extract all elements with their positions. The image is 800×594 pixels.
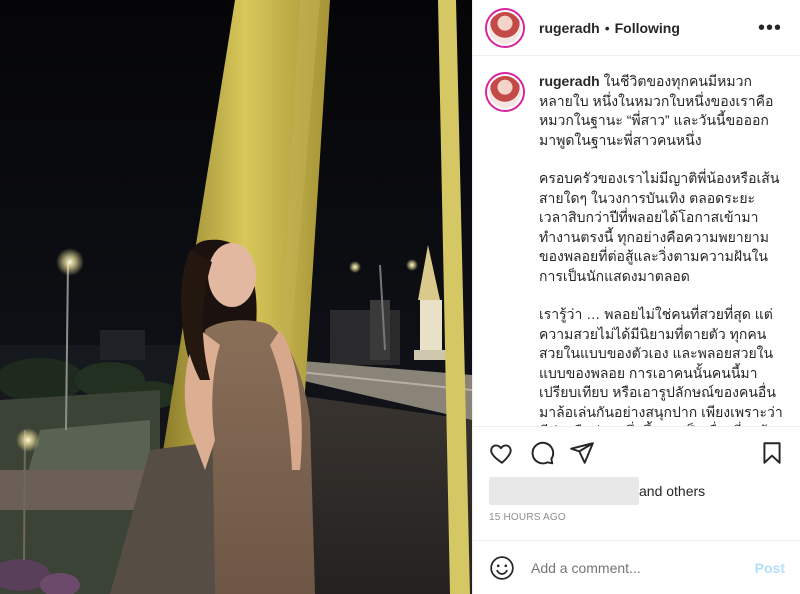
comment-composer: Post: [473, 540, 800, 594]
photo-scene: [0, 0, 472, 594]
caption-paragraph: ครอบครัวของเราไม่มีญาติพี่น้องหรือเส้นสา…: [539, 170, 780, 284]
caption-paragraph: เรารู้ว่า … พลอยไม่ใช่คนที่สวยที่สุด แต่…: [539, 306, 783, 426]
post-actions-bar: [473, 426, 800, 478]
more-options-icon[interactable]: •••: [752, 18, 788, 38]
caption-username-link[interactable]: rugeradh: [539, 73, 600, 89]
caption-section: rugeradh ในชีวิตของทุกคนมีหมวกหลายใบ หนึ…: [473, 56, 800, 426]
share-icon[interactable]: [569, 440, 595, 466]
post-timestamp[interactable]: 15 HOURS AGO: [489, 512, 566, 523]
emoji-icon[interactable]: [489, 555, 515, 581]
post-comment-button[interactable]: Post: [755, 560, 785, 576]
caption-avatar[interactable]: [485, 72, 525, 112]
likes-summary: and others: [489, 476, 705, 506]
post-side-panel: rugeradh • Following ••• rugeradh ในชีวิ…: [472, 0, 800, 594]
post-photo[interactable]: [0, 0, 472, 594]
heart-icon[interactable]: [489, 440, 515, 466]
following-button[interactable]: Following: [615, 20, 680, 36]
avatar-image: [489, 76, 521, 108]
avatar[interactable]: [485, 7, 525, 48]
caption-text: rugeradh ในชีวิตของทุกคนมีหมวกหลายใบ หนึ…: [539, 72, 784, 426]
username-link[interactable]: rugeradh: [539, 20, 600, 36]
likes-others-link[interactable]: and others: [639, 483, 705, 499]
separator-dot: •: [604, 19, 610, 36]
bookmark-icon[interactable]: [759, 440, 785, 466]
caption-paragraph: rugeradh ในชีวิตของทุกคนมีหมวกหลายใบ หนึ…: [539, 72, 784, 150]
blurred-liker-names: [489, 477, 639, 505]
comment-icon[interactable]: [529, 440, 555, 466]
avatar-image: [489, 11, 521, 44]
post-header: rugeradh • Following •••: [473, 0, 800, 56]
comment-input[interactable]: [531, 559, 755, 576]
